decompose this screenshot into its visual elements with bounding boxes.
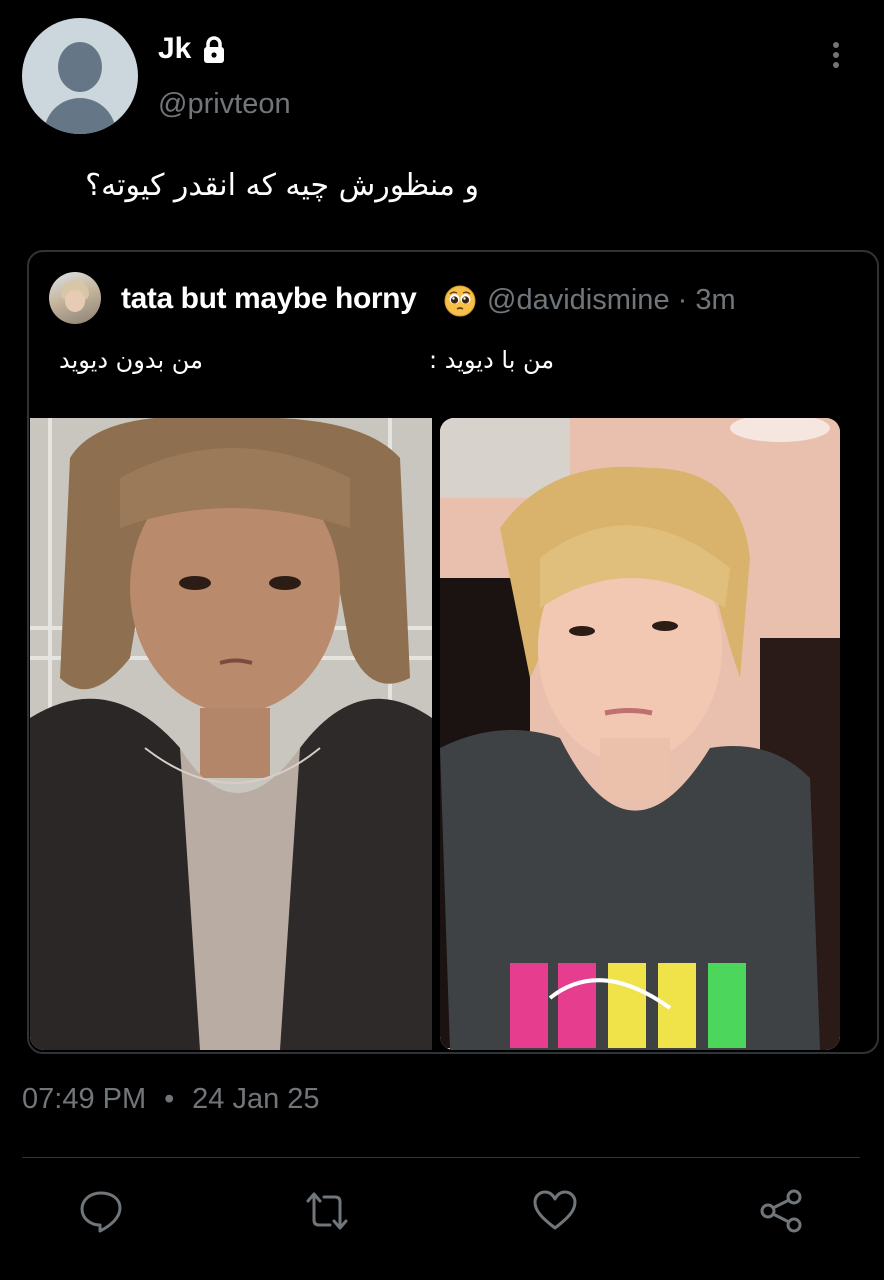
avatar-face <box>65 290 85 312</box>
retweet-icon[interactable] <box>304 1188 350 1234</box>
avatar-shoulders <box>44 98 116 134</box>
tweet-date: 24 Jan 25 <box>192 1083 320 1115</box>
tweet-timestamp[interactable]: 07:49 PM • 24 Jan 25 <box>22 1083 320 1116</box>
author-name[interactable]: Jk <box>158 32 191 66</box>
heart-icon[interactable] <box>532 1188 578 1234</box>
reply-icon[interactable] <box>78 1188 124 1234</box>
more-vertical-icon[interactable] <box>824 40 848 72</box>
photo-left-illustration <box>30 418 432 1050</box>
tweet-header: Jk @privteon <box>0 0 884 150</box>
actions-divider <box>22 1157 860 1158</box>
tweet-time: 07:49 PM <box>22 1083 147 1115</box>
pleading-face-emoji-icon <box>444 285 476 317</box>
tweet-text: و منظورش چیه که انقدر کیوته؟ <box>85 168 479 203</box>
avatar-head <box>58 42 102 92</box>
quoted-author-name: tata but maybe horny <box>121 282 417 315</box>
timestamp-separator: • <box>164 1083 175 1115</box>
caption-left: من با دیوید : <box>429 346 555 374</box>
quoted-photo-left[interactable] <box>30 418 432 1050</box>
share-icon[interactable] <box>758 1188 804 1234</box>
quoted-author-avatar[interactable] <box>49 272 101 324</box>
photo-right-illustration <box>440 418 840 1050</box>
author-handle[interactable]: @privteon <box>158 88 291 121</box>
quoted-photo-right[interactable] <box>440 418 840 1050</box>
lock-icon <box>204 36 224 63</box>
quoted-tweet[interactable]: tata but maybe horny @davidismine · 3m م… <box>27 250 879 1054</box>
quoted-handle-time: @davidismine · 3m <box>487 284 736 316</box>
caption-right: من بدون دیوید <box>59 346 203 374</box>
author-avatar[interactable] <box>22 18 138 134</box>
